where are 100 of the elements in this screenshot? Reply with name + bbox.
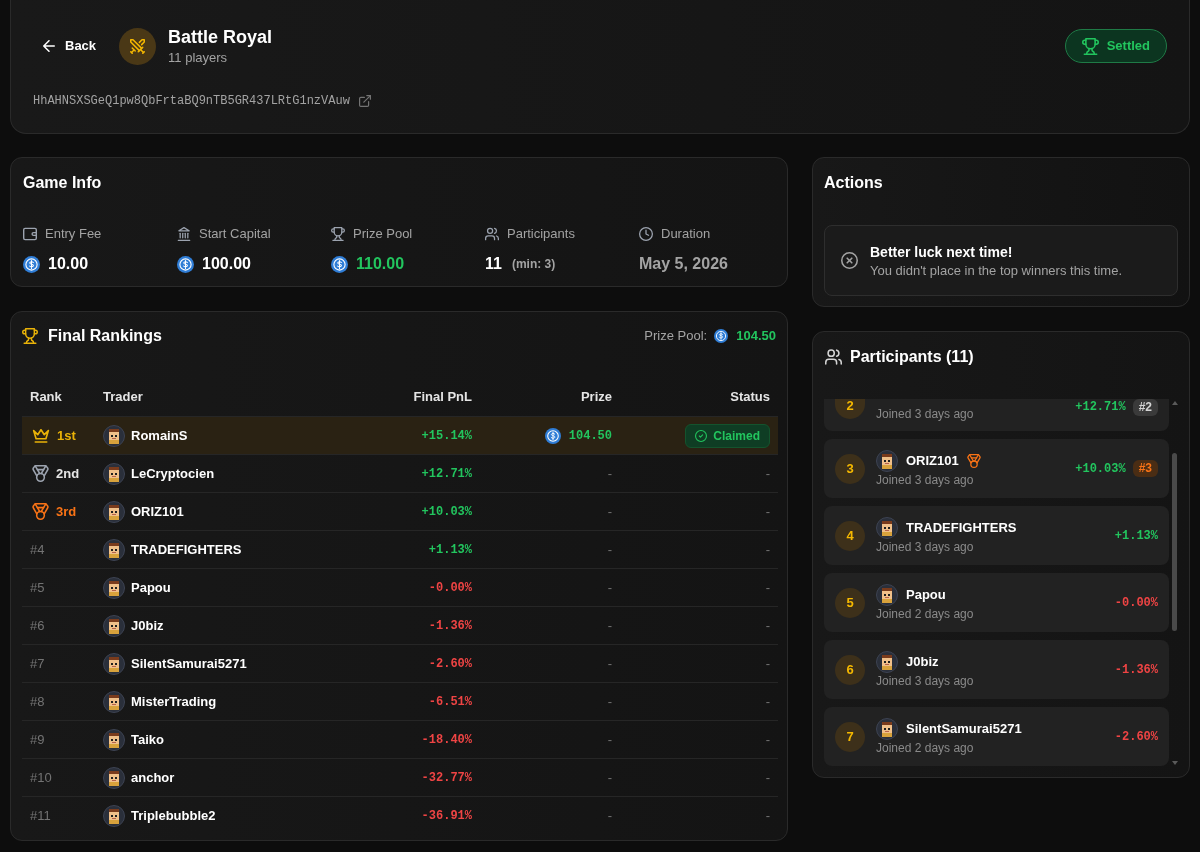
participant-name: TRADEFIGHTERS	[906, 518, 1017, 537]
column-header: Trader	[103, 388, 143, 407]
coin-icon	[714, 329, 729, 343]
rank-label: 3rd	[56, 502, 77, 521]
trader-name: Triplebubble2	[131, 806, 216, 825]
empty-value: -	[607, 730, 612, 749]
claimed-badge: Claimed	[685, 423, 770, 448]
trader-name: Papou	[131, 578, 171, 597]
avatar-icon	[103, 462, 125, 485]
empty-value: -	[765, 692, 770, 711]
coin-icon	[544, 427, 561, 444]
stat-value: 10.00	[48, 254, 89, 274]
avatar-icon	[103, 538, 125, 561]
scrollbar-thumb[interactable]	[1172, 453, 1177, 631]
stat-label: Participants	[507, 225, 575, 244]
joined-date: Joined 3 days ago	[876, 471, 975, 488]
avatar-icon	[876, 650, 898, 673]
medal-icon	[966, 453, 981, 468]
stat-label: Prize Pool	[353, 225, 413, 244]
trader-name: LeCryptocien	[131, 464, 215, 483]
users-icon	[485, 227, 499, 241]
column-header: Rank	[30, 388, 62, 407]
column-header: Final PnL	[413, 388, 472, 407]
avatar-icon	[103, 766, 125, 789]
trader-name: MisterTrading	[131, 692, 217, 711]
clock-icon	[639, 227, 653, 241]
trader-name: J0biz	[131, 616, 164, 635]
pnl-value: -0.00%	[1114, 594, 1158, 611]
avatar-icon	[876, 717, 898, 740]
empty-value: -	[607, 464, 612, 483]
pnl-value: -0.00%	[428, 579, 472, 597]
scroll-up-icon[interactable]	[1171, 401, 1178, 405]
section-title: Game Info	[23, 173, 102, 193]
avatar-icon	[103, 614, 125, 637]
empty-value: -	[607, 806, 612, 825]
stat-label: Entry Fee	[45, 225, 102, 244]
page-title: Battle Royal	[168, 26, 273, 49]
section-title: Actions	[824, 173, 883, 193]
stat-value: May 5, 2026	[639, 254, 728, 274]
empty-value: -	[607, 616, 612, 635]
column-header: Status	[730, 388, 770, 407]
pnl-value: -2.60%	[1114, 728, 1158, 745]
joined-date: Joined 3 days ago	[876, 406, 974, 422]
avatar-icon	[876, 449, 898, 472]
empty-value: -	[607, 540, 612, 559]
stat-value: 100.00	[202, 254, 251, 274]
swords-icon	[119, 27, 157, 65]
trader-name: ORIZ101	[131, 502, 184, 521]
avatar-icon	[876, 583, 898, 606]
avatar-icon	[103, 804, 125, 827]
rank-label: #7	[30, 654, 45, 673]
empty-value: -	[765, 540, 770, 559]
pnl-value: -1.36%	[1114, 661, 1158, 678]
participant-name: SilentSamurai5271	[906, 719, 1022, 738]
stat-note: (min: 3)	[511, 256, 556, 273]
column-header: Prize	[580, 388, 612, 407]
rank-label: #10	[30, 768, 52, 787]
empty-value: -	[765, 768, 770, 787]
stat-value: 11	[485, 254, 502, 274]
contract-address: HhAHNSXSGeQ1pw8QbFrtaBQ9nTB5GR437LRtG1nzVAuw	[33, 93, 350, 110]
pnl-value: -6.51%	[428, 693, 472, 711]
scroll-down-icon[interactable]	[1171, 761, 1178, 765]
avatar-icon	[103, 576, 125, 599]
empty-value: -	[765, 616, 770, 635]
external-link-icon[interactable]	[358, 95, 371, 107]
back-button[interactable]: Back	[33, 32, 107, 60]
prize-value: 104.50	[568, 427, 612, 445]
crown-icon	[32, 428, 50, 443]
participant-name: ORIZ101	[906, 451, 959, 470]
rank-label: 2nd	[56, 464, 80, 483]
pnl-value: -1.36%	[428, 617, 472, 635]
participant-name: Papou	[906, 585, 946, 604]
joined-date: Joined 3 days ago	[876, 672, 974, 689]
prize-pool-value: 104.50	[736, 327, 776, 346]
stat-label: Start Capital	[199, 225, 271, 244]
rank-label: #6	[30, 616, 45, 635]
rank-label: #4	[30, 540, 45, 559]
coin-icon	[23, 255, 40, 273]
avatar-icon	[876, 516, 898, 539]
status-text: Settled	[1106, 37, 1150, 56]
coin-icon	[331, 255, 348, 273]
coin-icon	[177, 255, 194, 273]
joined-date: Joined 2 days ago	[876, 739, 975, 756]
pnl-value: +10.03%	[421, 503, 472, 521]
notice-text: You didn't place in the top winners this time.	[870, 261, 1123, 280]
empty-value: -	[765, 578, 770, 597]
avatar-icon	[103, 728, 125, 751]
pnl-value: -2.60%	[428, 655, 472, 673]
empty-value: -	[765, 806, 770, 825]
wallet-icon	[23, 227, 37, 241]
empty-value: -	[607, 692, 612, 711]
joined-date: Joined 3 days ago	[876, 538, 975, 555]
rank-label: #9	[30, 730, 45, 749]
empty-value: -	[607, 768, 612, 787]
empty-value: -	[765, 464, 770, 483]
trophy-icon	[22, 328, 38, 344]
users-icon	[825, 349, 842, 365]
pnl-value: -32.77%	[421, 769, 472, 787]
section-title: Final Rankings	[48, 326, 162, 346]
section-title: Participants (11)	[850, 347, 974, 367]
